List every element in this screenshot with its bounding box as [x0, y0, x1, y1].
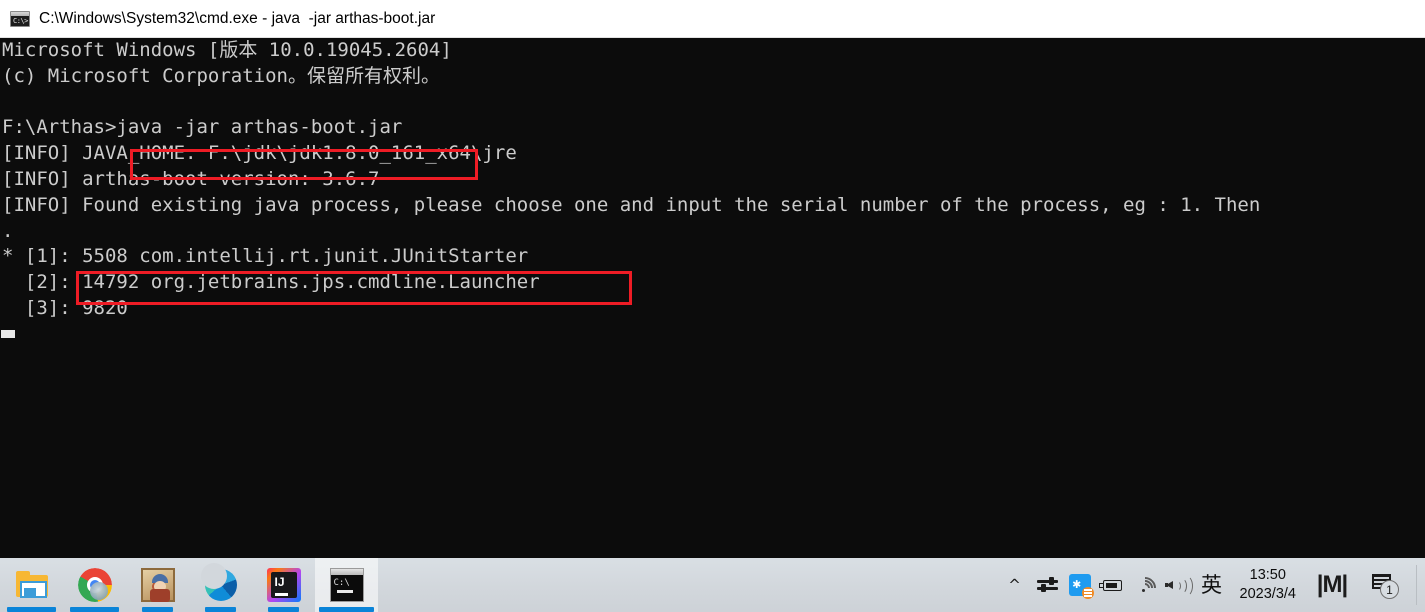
terminal-lines: Microsoft Windows [版本 10.0.19045.2604] (c…: [2, 38, 1260, 322]
m-logo-icon: |M|: [1316, 571, 1348, 598]
notification-icon: 1: [1369, 571, 1399, 599]
block-cursor: [1, 330, 15, 338]
tray-overflow-button[interactable]: ^: [998, 558, 1032, 612]
terminal-line: [INFO] arthas-boot version: 3.6.7: [2, 167, 380, 190]
terminal-line: .: [2, 219, 14, 242]
tray-ime-indicator[interactable]: 英: [1194, 558, 1230, 612]
taskbar-item-file-explorer[interactable]: [0, 558, 63, 612]
window-titlebar[interactable]: C:\> C:\Windows\System32\cmd.exe - java …: [0, 0, 1425, 38]
speaker-icon: [1164, 575, 1193, 597]
taskbar-item-google-chrome[interactable]: [63, 558, 126, 612]
edge-icon: [200, 563, 238, 602]
tray-network[interactable]: [1128, 558, 1161, 612]
desktop: C:\> C:\Windows\System32\cmd.exe - java …: [0, 0, 1425, 612]
wifi-icon: [1128, 572, 1161, 604]
ime-label: 英: [1201, 572, 1223, 597]
terminal-line: [INFO] JAVA_HOME: F:\jdk\jdk1.8.0_161_x6…: [2, 142, 517, 165]
taskbar-item-game-app[interactable]: [126, 558, 189, 612]
terminal-line: [3]: 9820: [2, 296, 128, 319]
taskbar-clock[interactable]: 13:50 2023/3/4: [1230, 558, 1306, 612]
cmd-icon: C:\: [329, 568, 364, 602]
terminal-output-area[interactable]: Microsoft Windows [版本 10.0.19045.2604] (c…: [0, 38, 1425, 558]
cmd-icon-glyph: C:\>: [13, 16, 28, 25]
tray-battery[interactable]: [1096, 558, 1128, 612]
terminal-line: [INFO] Found existing java process, plea…: [2, 193, 1261, 216]
window-title: C:\Windows\System32\cmd.exe - java -jar …: [39, 9, 436, 27]
tray-volume[interactable]: [1160, 558, 1194, 612]
terminal-line: F:\Arthas>java -jar arthas-boot.jar: [2, 116, 403, 139]
running-indicator: [205, 607, 236, 612]
clock-date: 2023/3/4: [1239, 586, 1296, 602]
notification-badge: 1: [1380, 580, 1399, 599]
tray-network-settings[interactable]: [1032, 558, 1064, 612]
windows-taskbar: IJ C:\ ^ ✱ 英 13:50 2023/3/4 |M| 1: [0, 558, 1425, 612]
cmd-icon: C:\>: [10, 10, 30, 27]
taskbar-item-microsoft-edge[interactable]: [189, 558, 252, 612]
terminal-line: Microsoft Windows [版本 10.0.19045.2604]: [2, 39, 452, 61]
tray-security-app[interactable]: ✱: [1064, 558, 1096, 612]
intellij-icon: IJ: [266, 568, 301, 602]
terminal-line: * [1]: 5508 com.intellij.rt.junit.JUnitS…: [2, 245, 529, 268]
clock-time: 13:50: [1249, 567, 1286, 583]
game-icon: [140, 568, 175, 602]
folder-icon: [15, 568, 49, 602]
tray-m-logo[interactable]: |M|: [1306, 558, 1358, 612]
running-indicator: [142, 607, 173, 612]
terminal-line: (c) Microsoft Corporation。保留所有权利。: [2, 64, 440, 87]
chrome-icon: [77, 568, 112, 602]
taskbar-item-intellij-idea[interactable]: IJ: [252, 558, 315, 612]
taskbar-app-buttons: IJ C:\: [0, 558, 378, 612]
taskbar-item-command-prompt[interactable]: C:\: [315, 558, 378, 612]
show-desktop-button[interactable]: [1416, 565, 1425, 605]
running-indicator: [268, 607, 299, 612]
blue-app-icon: ✱: [1068, 574, 1094, 599]
battery-charging-icon: [1098, 578, 1125, 593]
sliders-icon: [1035, 575, 1061, 595]
active-indicator: [319, 607, 374, 612]
running-indicator: [7, 607, 56, 612]
terminal-line: [2]: 14792 org.jetbrains.jps.cmdline.Lau…: [2, 271, 540, 294]
chevron-up-icon: ^: [1008, 576, 1021, 594]
notification-center-button[interactable]: 1: [1358, 558, 1410, 612]
running-indicator: [70, 607, 119, 612]
system-tray: ^ ✱ 英 13:50 2023/3/4 |M| 1: [998, 558, 1425, 612]
